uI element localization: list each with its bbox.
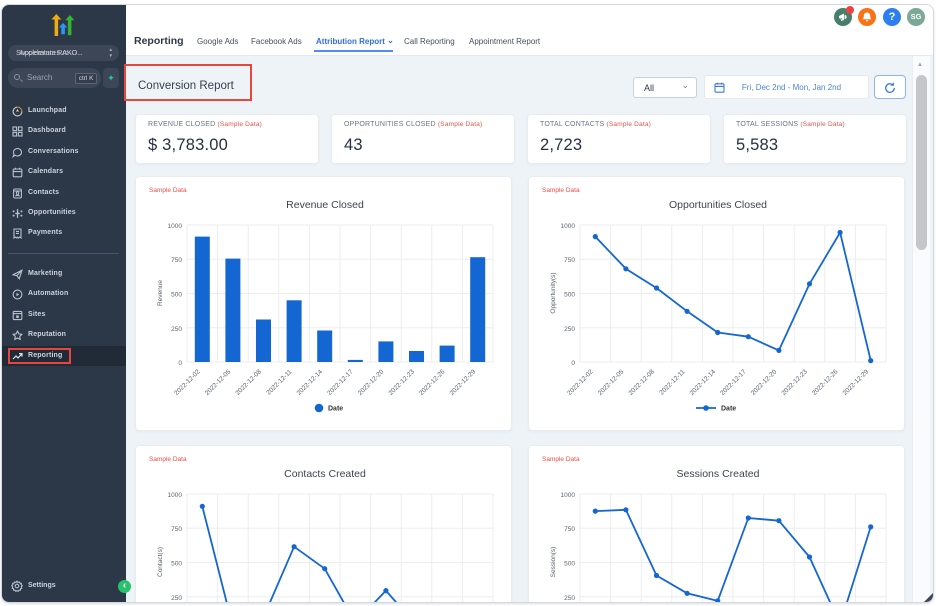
svg-text:1000: 1000 (168, 223, 183, 230)
svg-text:2022-12-29: 2022-12-29 (449, 368, 478, 397)
svg-text:2022-12-29: 2022-12-29 (842, 368, 871, 397)
svg-text:500: 500 (564, 292, 575, 299)
svg-text:250: 250 (171, 595, 182, 602)
svg-text:Sessions Created: Sessions Created (677, 468, 760, 480)
svg-text:2022-12-05: 2022-12-05 (597, 368, 626, 397)
svg-text:0: 0 (571, 360, 575, 367)
svg-text:Sample Data: Sample Data (149, 456, 187, 463)
svg-text:500: 500 (171, 561, 182, 568)
svg-text:500: 500 (564, 561, 575, 568)
svg-text:1000: 1000 (561, 223, 576, 230)
svg-text:Revenue Closed: Revenue Closed (286, 199, 364, 211)
svg-text:Sample Data: Sample Data (542, 187, 580, 194)
svg-text:1000: 1000 (561, 492, 576, 499)
svg-text:2022-12-17: 2022-12-17 (326, 368, 355, 397)
svg-text:2022-12-20: 2022-12-20 (750, 368, 779, 397)
svg-text:750: 750 (171, 257, 182, 264)
svg-text:2022-12-14: 2022-12-14 (296, 368, 325, 397)
svg-text:Session(s): Session(s) (550, 547, 557, 578)
svg-text:250: 250 (564, 326, 575, 333)
svg-text:2022-12-08: 2022-12-08 (234, 368, 263, 397)
svg-text:Contact(s): Contact(s) (157, 547, 164, 577)
svg-text:Opportunities Closed: Opportunities Closed (669, 199, 767, 211)
svg-text:500: 500 (171, 292, 182, 299)
svg-text:2022-12-20: 2022-12-20 (357, 368, 386, 397)
svg-text:2022-12-11: 2022-12-11 (658, 368, 686, 396)
svg-text:2022-12-02: 2022-12-02 (173, 368, 202, 397)
svg-text:250: 250 (564, 595, 575, 602)
svg-text:2022-12-23: 2022-12-23 (387, 368, 416, 397)
svg-text:750: 750 (171, 526, 182, 533)
svg-text:Contacts Created: Contacts Created (284, 468, 366, 480)
svg-text:750: 750 (564, 526, 575, 533)
svg-text:Sample Data: Sample Data (149, 187, 187, 194)
svg-text:2022-12-17: 2022-12-17 (719, 368, 748, 397)
svg-text:2022-12-23: 2022-12-23 (780, 368, 809, 397)
svg-text:2022-12-11: 2022-12-11 (265, 368, 293, 396)
svg-text:1000: 1000 (168, 492, 183, 499)
svg-text:2022-12-02: 2022-12-02 (566, 368, 595, 397)
svg-text:2022-12-14: 2022-12-14 (689, 368, 718, 397)
svg-text:0: 0 (178, 360, 182, 367)
svg-text:Date: Date (721, 406, 736, 413)
svg-text:750: 750 (564, 257, 575, 264)
svg-text:250: 250 (171, 326, 182, 333)
svg-text:Revenue: Revenue (157, 280, 164, 306)
svg-text:Date: Date (328, 406, 343, 413)
svg-text:2022-12-08: 2022-12-08 (627, 368, 656, 397)
svg-text:2022-12-26: 2022-12-26 (811, 368, 840, 397)
svg-text:2022-12-05: 2022-12-05 (204, 368, 233, 397)
svg-text:Sample Data: Sample Data (542, 456, 580, 463)
svg-text:Opportunity(s): Opportunity(s) (550, 272, 557, 313)
svg-text:2022-12-26: 2022-12-26 (418, 368, 447, 397)
